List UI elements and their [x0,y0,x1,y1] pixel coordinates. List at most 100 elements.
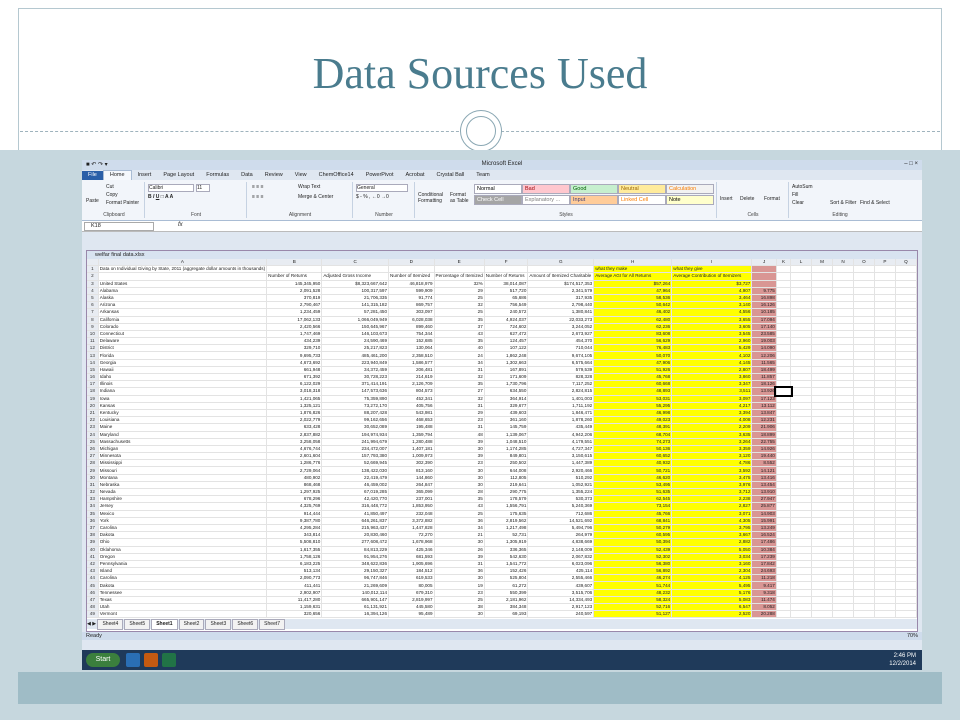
cell[interactable]: 184,512 [388,567,435,576]
cell[interactable] [853,474,875,482]
cell[interactable] [776,280,792,288]
cell[interactable] [832,351,854,360]
cell[interactable] [895,459,917,468]
cell[interactable] [776,402,792,410]
cell[interactable]: 50,136 [593,445,673,454]
cell[interactable]: 425,114 [527,567,595,576]
cell[interactable] [895,495,917,504]
cell[interactable] [790,330,812,339]
cell[interactable]: 16,394,126 [321,610,390,619]
column-label-cell[interactable]: Number of Returns [484,272,529,281]
cell[interactable]: 61,131,921 [321,603,390,612]
insert-button[interactable]: Insert [720,196,733,202]
cell[interactable] [790,524,812,533]
row-header[interactable]: 35 [87,510,99,518]
cell[interactable]: 4,305 [671,517,753,525]
cell[interactable]: 75,359,890 [321,395,390,403]
cell[interactable]: 35 [434,495,485,504]
cell[interactable]: 1,586,577 [388,359,435,367]
cell[interactable] [790,581,812,590]
cell[interactable]: 2,824,815 [527,387,595,396]
sheet-table[interactable]: A B C D E F G H I J K L M N O P Q 1 Data on Individual Giv… [87,259,917,619]
cell[interactable]: 2,420,566 [266,323,323,331]
cell[interactable]: 23.585 [751,330,777,339]
cell[interactable]: 4,838,669 [527,538,595,547]
cell[interactable] [776,373,792,382]
cell[interactable]: 3,860 [671,373,753,382]
column-header[interactable]: B [266,259,323,267]
cell[interactable] [853,359,875,367]
cell[interactable]: 214,619 [388,373,435,382]
cell[interactable]: 24,590,469 [321,337,390,346]
cell[interactable] [832,452,854,461]
cell[interactable]: 2,090,773 [266,574,323,583]
cell[interactable]: 147,573,636 [321,387,390,396]
cell[interactable] [853,589,875,597]
cell[interactable] [832,387,854,396]
cell[interactable]: 3,592 [671,466,753,475]
cell[interactable]: 27.947 [751,495,777,504]
cell[interactable]: Hampshire [98,495,268,504]
cell[interactable] [853,531,875,540]
row-header[interactable]: 29 [87,466,99,475]
cell[interactable]: 69,193 [484,610,529,619]
cell[interactable] [895,337,917,346]
cell[interactable]: 543,981 [388,409,435,418]
cell[interactable]: 52,302 [593,553,673,561]
cell[interactable] [853,517,875,525]
cell[interactable] [874,567,896,576]
column-label-cell[interactable]: Average AGI for All Returns [593,272,673,281]
wrap-text-button[interactable]: Wrap Text [298,184,320,190]
cell[interactable]: 57,281,450 [321,308,390,317]
cell[interactable]: 425,346 [388,546,435,554]
cell[interactable] [790,546,812,554]
cell[interactable] [811,531,834,540]
cell[interactable] [832,459,854,468]
cell[interactable] [853,402,875,410]
cell[interactable] [811,546,834,554]
cell[interactable]: 19.440 [751,452,777,461]
cell[interactable] [895,373,917,382]
cell[interactable] [853,538,875,547]
cell[interactable] [776,581,792,590]
cell[interactable]: 140,012,114 [321,589,390,597]
cell[interactable] [811,610,834,619]
sheet-tab-sheet6[interactable]: Sheet6 [232,619,259,630]
cell[interactable] [776,344,792,353]
cell[interactable] [853,337,875,346]
cell[interactable] [790,459,812,468]
cell[interactable] [790,445,812,454]
bold-button[interactable]: B I U □ A A [148,194,173,200]
tab-crystal-ball[interactable]: Crystal Ball [430,171,470,180]
cell[interactable]: 51,744 [593,581,673,590]
cell[interactable]: 661,948 [266,366,323,375]
column-label-cell[interactable]: Average Contribution of Itemizers [671,272,753,281]
cell[interactable]: Carolina [98,574,268,583]
cell[interactable] [832,553,854,561]
cell[interactable]: 32 [434,373,485,382]
tab-acrobat[interactable]: Acrobat [400,171,431,180]
cell[interactable] [895,301,917,310]
cell[interactable]: 31 [434,366,485,375]
cell[interactable]: 171,609 [484,373,529,382]
cell[interactable]: 619,533 [388,574,435,583]
row-header[interactable]: 32 [87,488,99,497]
cell[interactable]: 88,207,428 [321,409,390,418]
cell[interactable]: 1,862,248 [484,351,529,360]
cell[interactable]: 264,847 [388,481,435,490]
cell[interactable] [790,301,812,310]
merge-center-button[interactable]: Merge & Center [298,194,333,200]
cell[interactable]: 329,710 [266,344,323,353]
column-label-cell[interactable] [98,272,268,281]
cell[interactable]: 1,401,003 [527,395,595,403]
cell[interactable] [776,502,792,511]
cell[interactable]: 13.454 [751,481,777,490]
cell[interactable]: 152,685 [388,337,435,346]
cell[interactable]: 5,240,369 [527,502,595,511]
cell[interactable]: Massachusetts [98,438,268,446]
cell[interactable]: 11.218 [751,574,777,583]
cell[interactable] [790,265,812,274]
cell[interactable] [790,287,812,295]
cell[interactable]: 8.552 [751,459,777,468]
cell[interactable] [895,438,917,446]
